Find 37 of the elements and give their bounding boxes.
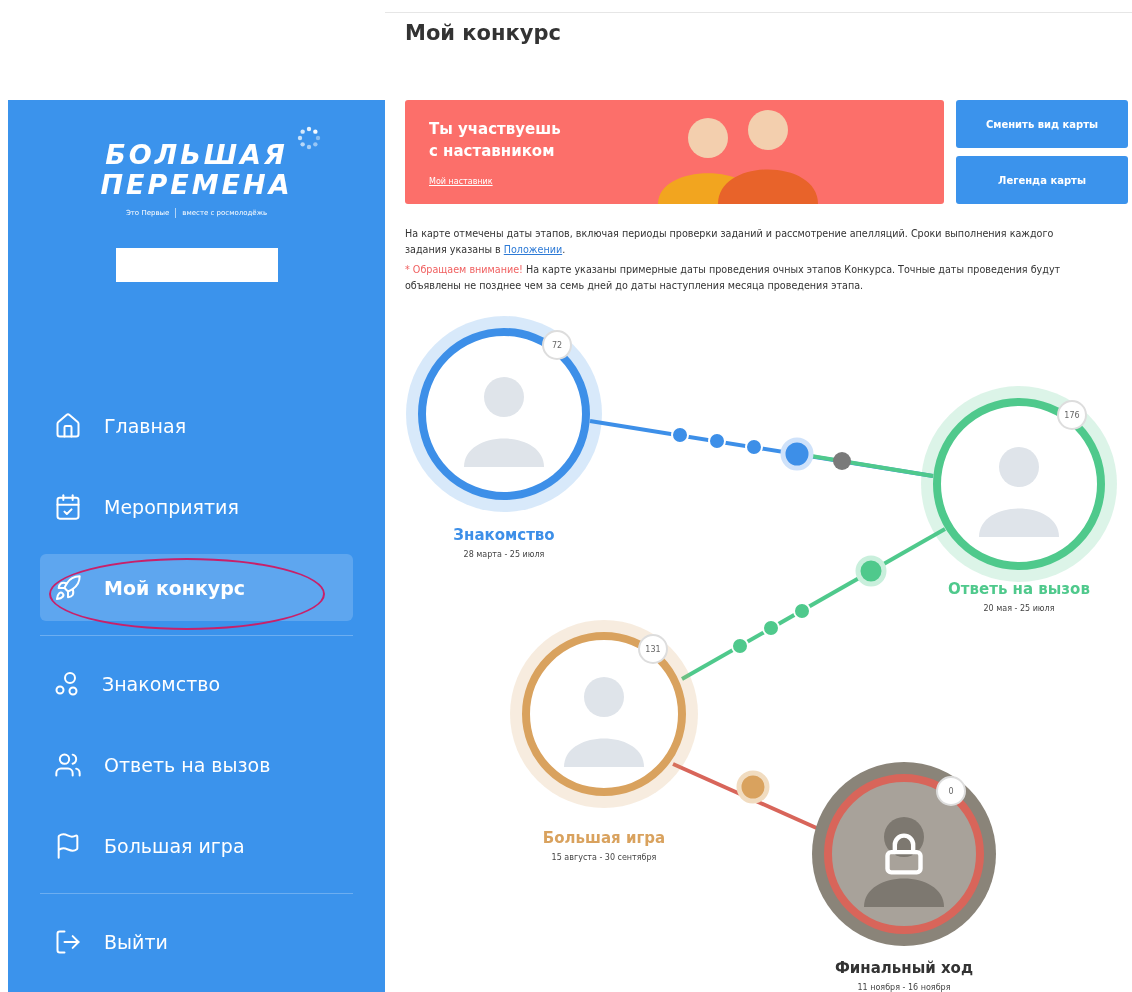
nav-item[interactable]: Ответь на вызов	[40, 731, 353, 798]
circles-icon	[54, 670, 80, 697]
map-button[interactable]: Легенда карты	[956, 156, 1128, 204]
count-badge: 176	[1057, 400, 1087, 430]
banner-title: Ты участвуешь с наставником	[429, 119, 562, 162]
rocket-icon	[54, 573, 82, 602]
page-title: Мой конкурс	[405, 21, 562, 45]
logo-text: БОЛЬШАЯ	[105, 140, 288, 170]
home-icon	[54, 411, 82, 440]
stage-title: Финальный ход	[834, 959, 974, 977]
stage-node[interactable]: 176	[933, 398, 1105, 570]
nav-item[interactable]: Большая игра	[40, 812, 353, 879]
stage-title: Ответь на вызов	[948, 580, 1090, 598]
stage-title: Знакомство	[453, 526, 555, 544]
stage-dates: 20 мая - 25 июля	[983, 604, 1055, 613]
stage-dates: 28 марта - 25 июля	[463, 550, 545, 559]
count-badge: 131	[638, 634, 668, 664]
map-button[interactable]: Сменить вид карты	[956, 100, 1128, 148]
stage-dates: 11 ноября - 16 ноября	[857, 983, 951, 992]
nav-item[interactable]: Выйти	[40, 908, 353, 975]
stage-node[interactable]: 131	[522, 632, 686, 796]
calendar-icon	[54, 492, 82, 521]
info-text: На карте отмечены даты этапов, включая периоды проверки заданий и рассмотрение апелляций. Сроки выполнения каждого задания указаны в Положении.	[405, 227, 1055, 257]
stage-dates: 15 августа - 30 сентября	[551, 853, 657, 862]
nav-item[interactable]: Главная	[40, 392, 353, 459]
notice-text: * Обращаем внимание! На карте указаны примерные даты проведения очных этапов Конкурса. Точные даты проведения будут объявлены не позднее чем за семь дней до даты наступления месяца проведения этапа.	[405, 263, 1062, 293]
lock-icon	[882, 832, 926, 876]
nav-item[interactable]: Знакомство	[40, 650, 353, 717]
count-badge: 72	[542, 330, 572, 360]
nav-item[interactable]: Мероприятия	[40, 473, 353, 540]
stage-node[interactable]: 72	[418, 328, 590, 500]
nav-item[interactable]: Мой конкурс	[40, 554, 353, 621]
mentor-link[interactable]: Мой наставник	[429, 177, 569, 186]
dots-ring-icon	[296, 126, 321, 150]
count-badge: 0	[936, 776, 966, 806]
stage-title: Большая игра	[542, 829, 666, 847]
logo-text: ПЕРЕМЕНА	[100, 170, 293, 200]
